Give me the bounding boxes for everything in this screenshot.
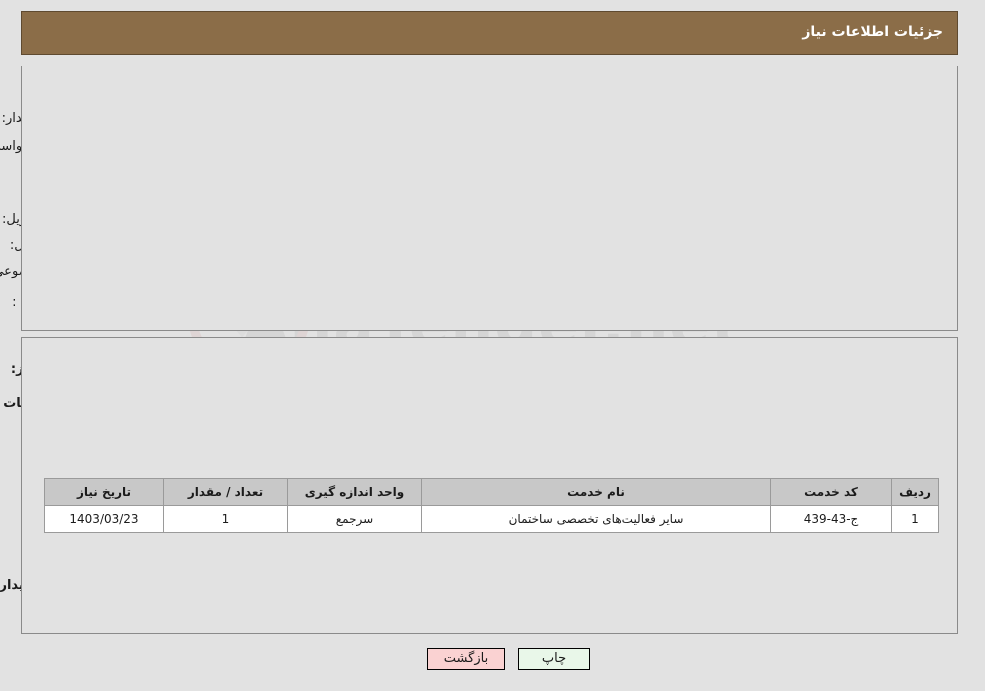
cell-code: ج-43-439 (771, 505, 893, 533)
table-header-row: ردیف کد خدمت نام خدمت واحد اندازه گیری ت… (45, 478, 940, 506)
col-code: کد خدمت (771, 478, 893, 506)
col-unit: واحد اندازه گیری (288, 478, 423, 506)
cell-name: سایر فعالیت‌های تخصصی ساختمان (422, 505, 772, 533)
cell-unit: سرجمع (288, 505, 423, 533)
cell-row: 1 (892, 505, 940, 533)
services-table: ردیف کد خدمت نام خدمت واحد اندازه گیری ت… (45, 478, 940, 533)
col-qty: تعداد / مقدار (164, 478, 289, 506)
page-header: جزئیات اطلاعات نیاز (22, 11, 959, 55)
col-name: نام خدمت (422, 478, 772, 506)
print-button[interactable]: چاپ (519, 648, 591, 670)
cell-date: 1403/03/23 (45, 505, 165, 533)
col-date: تاریخ نیاز (45, 478, 165, 506)
page-title: جزئیات اطلاعات نیاز (803, 24, 944, 40)
back-button[interactable]: بازگشت (428, 648, 506, 670)
need-info-panel (22, 66, 959, 331)
cell-qty: 1 (164, 505, 289, 533)
table-row[interactable]: 1 ج-43-439 سایر فعالیت‌های تخصصی ساختمان… (45, 505, 940, 533)
col-row: ردیف (892, 478, 940, 506)
